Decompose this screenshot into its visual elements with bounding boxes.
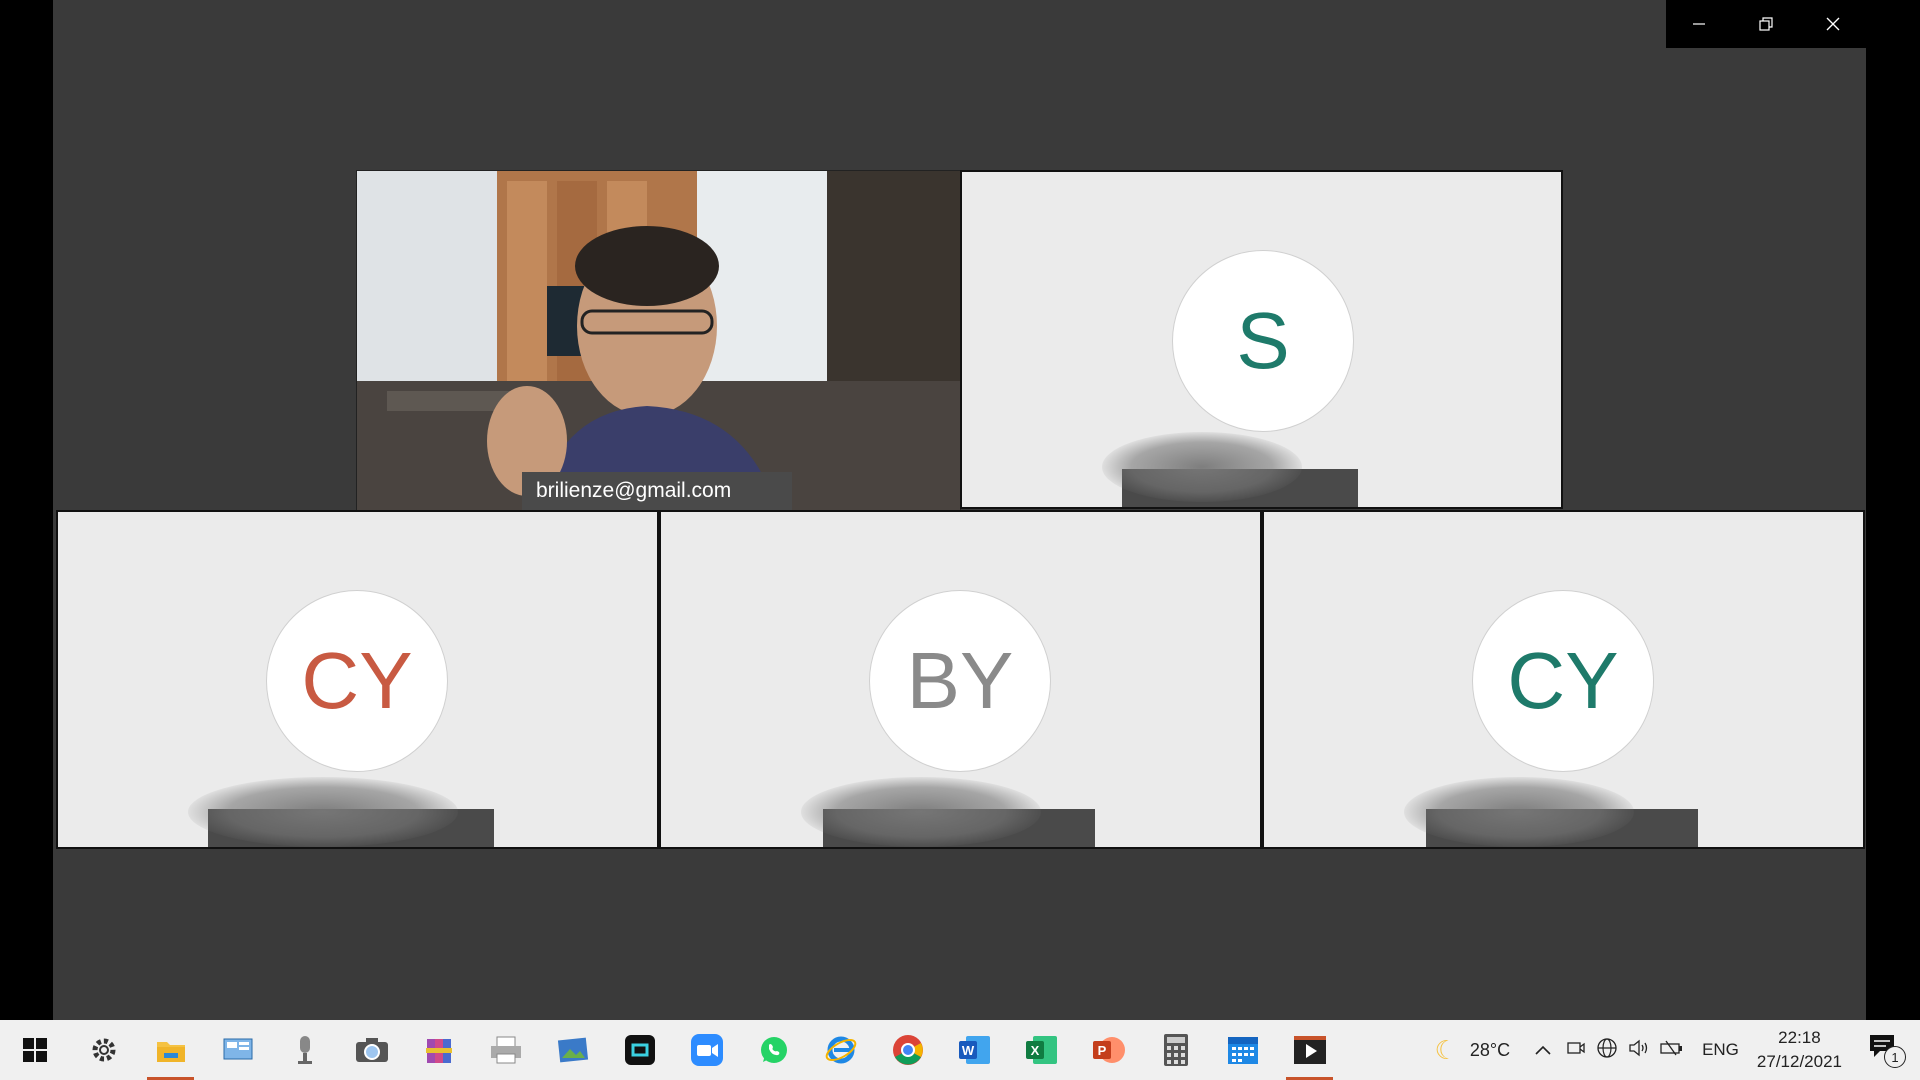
powerpoint-icon: P bbox=[1092, 1037, 1125, 1063]
participant-avatar: CY bbox=[1472, 590, 1654, 772]
whatsapp-icon bbox=[760, 1037, 787, 1063]
control-panel-icon bbox=[223, 1038, 252, 1060]
minimize-icon bbox=[1693, 23, 1706, 25]
calculator-icon bbox=[1163, 1034, 1188, 1066]
media-player-icon bbox=[1293, 1036, 1326, 1064]
volume-icon[interactable] bbox=[1628, 1038, 1650, 1063]
taskbar-calendar[interactable] bbox=[1209, 1020, 1276, 1080]
svg-text:X: X bbox=[1030, 1043, 1039, 1058]
zoom-icon bbox=[690, 1034, 723, 1066]
avatar-initials: CY bbox=[301, 636, 413, 725]
participant-avatar: BY bbox=[869, 590, 1051, 772]
participant-tile-cy-2[interactable]: CY bbox=[1262, 510, 1865, 849]
start-icon bbox=[23, 1038, 47, 1062]
taskbar-ie[interactable] bbox=[807, 1020, 874, 1080]
taskbar-microphone[interactable] bbox=[271, 1020, 338, 1080]
restore-icon bbox=[1759, 17, 1773, 31]
system-tray: ☾ 28°C ENG 22:18 27/12/2021 1 bbox=[1435, 1020, 1920, 1080]
notification-badge: 1 bbox=[1884, 1046, 1906, 1068]
meet-now-icon[interactable] bbox=[1566, 1039, 1586, 1062]
taskbar-photos[interactable] bbox=[539, 1020, 606, 1080]
clock-time: 22:18 bbox=[1778, 1028, 1821, 1047]
restore-button[interactable] bbox=[1733, 0, 1800, 48]
clock[interactable]: 22:18 27/12/2021 bbox=[1757, 1026, 1842, 1074]
capcut-icon bbox=[624, 1035, 655, 1065]
weather-moon-icon[interactable]: ☾ bbox=[1435, 1035, 1458, 1066]
network-globe-icon[interactable] bbox=[1596, 1037, 1618, 1064]
participant-avatar: CY bbox=[266, 590, 448, 772]
svg-text:W: W bbox=[961, 1043, 974, 1058]
taskbar-excel[interactable]: X bbox=[1008, 1020, 1075, 1080]
notification-center-button[interactable]: 1 bbox=[1868, 1030, 1912, 1070]
winrar-icon bbox=[425, 1039, 452, 1063]
microphone-icon bbox=[297, 1036, 312, 1064]
participant-avatar: S bbox=[1172, 250, 1354, 432]
participant-tile-cy[interactable]: CY bbox=[56, 510, 659, 849]
printer-icon bbox=[490, 1036, 521, 1064]
taskbar-whatsapp[interactable] bbox=[740, 1020, 807, 1080]
clock-date: 27/12/2021 bbox=[1756, 1052, 1842, 1071]
ie-icon bbox=[825, 1036, 856, 1064]
svg-text:P: P bbox=[1097, 1043, 1106, 1058]
settings-icon bbox=[92, 1038, 115, 1062]
word-icon: W bbox=[958, 1036, 990, 1064]
taskbar-winrar[interactable] bbox=[405, 1020, 472, 1080]
participant-video bbox=[357, 171, 960, 510]
avatar-initials: BY bbox=[906, 636, 1014, 725]
taskbar-control-panel[interactable] bbox=[204, 1020, 271, 1080]
battery-icon[interactable] bbox=[1660, 1039, 1684, 1062]
taskbar-camera[interactable] bbox=[338, 1020, 405, 1080]
blurred-name bbox=[1102, 432, 1302, 502]
taskbar-calculator[interactable] bbox=[1142, 1020, 1209, 1080]
participant-tile-s[interactable]: S bbox=[960, 170, 1563, 509]
show-hidden-icons-icon[interactable] bbox=[1534, 1040, 1552, 1061]
taskbar-zoom[interactable] bbox=[673, 1020, 740, 1080]
file-explorer-icon bbox=[156, 1042, 185, 1062]
blurred-name bbox=[1404, 777, 1634, 847]
taskbar-chrome[interactable] bbox=[874, 1020, 941, 1080]
calendar-icon bbox=[1227, 1037, 1258, 1064]
photos-icon bbox=[557, 1037, 588, 1063]
chrome-icon bbox=[892, 1035, 923, 1065]
taskbar-powerpoint[interactable]: P bbox=[1075, 1020, 1142, 1080]
taskbar-printer[interactable] bbox=[472, 1020, 539, 1080]
close-icon bbox=[1826, 17, 1840, 31]
excel-icon: X bbox=[1025, 1036, 1057, 1064]
input-language[interactable]: ENG bbox=[1702, 1040, 1739, 1060]
weather-temperature[interactable]: 28°C bbox=[1470, 1040, 1510, 1061]
participant-name-label: brilienze@gmail.com bbox=[522, 472, 792, 510]
taskbar: W X P ☾ 28°C ENG 22:18 27/12/2021 1 bbox=[0, 1020, 1920, 1080]
taskbar-settings[interactable] bbox=[70, 1020, 137, 1080]
blurred-name bbox=[801, 777, 1041, 847]
camera-icon bbox=[355, 1038, 388, 1062]
avatar-initials: CY bbox=[1507, 636, 1619, 725]
minimize-button[interactable] bbox=[1666, 0, 1733, 48]
start-button[interactable] bbox=[0, 1020, 70, 1080]
taskbar-media-player[interactable] bbox=[1276, 1020, 1343, 1080]
taskbar-file-explorer[interactable] bbox=[137, 1020, 204, 1080]
close-button[interactable] bbox=[1799, 0, 1866, 48]
participant-video-tile[interactable]: brilienze@gmail.com bbox=[356, 170, 961, 511]
blurred-name bbox=[188, 777, 458, 847]
avatar-initials: S bbox=[1236, 296, 1290, 385]
taskbar-word[interactable]: W bbox=[941, 1020, 1008, 1080]
window-controls bbox=[1666, 0, 1866, 48]
participant-tile-by[interactable]: BY bbox=[659, 510, 1262, 849]
taskbar-capcut[interactable] bbox=[606, 1020, 673, 1080]
